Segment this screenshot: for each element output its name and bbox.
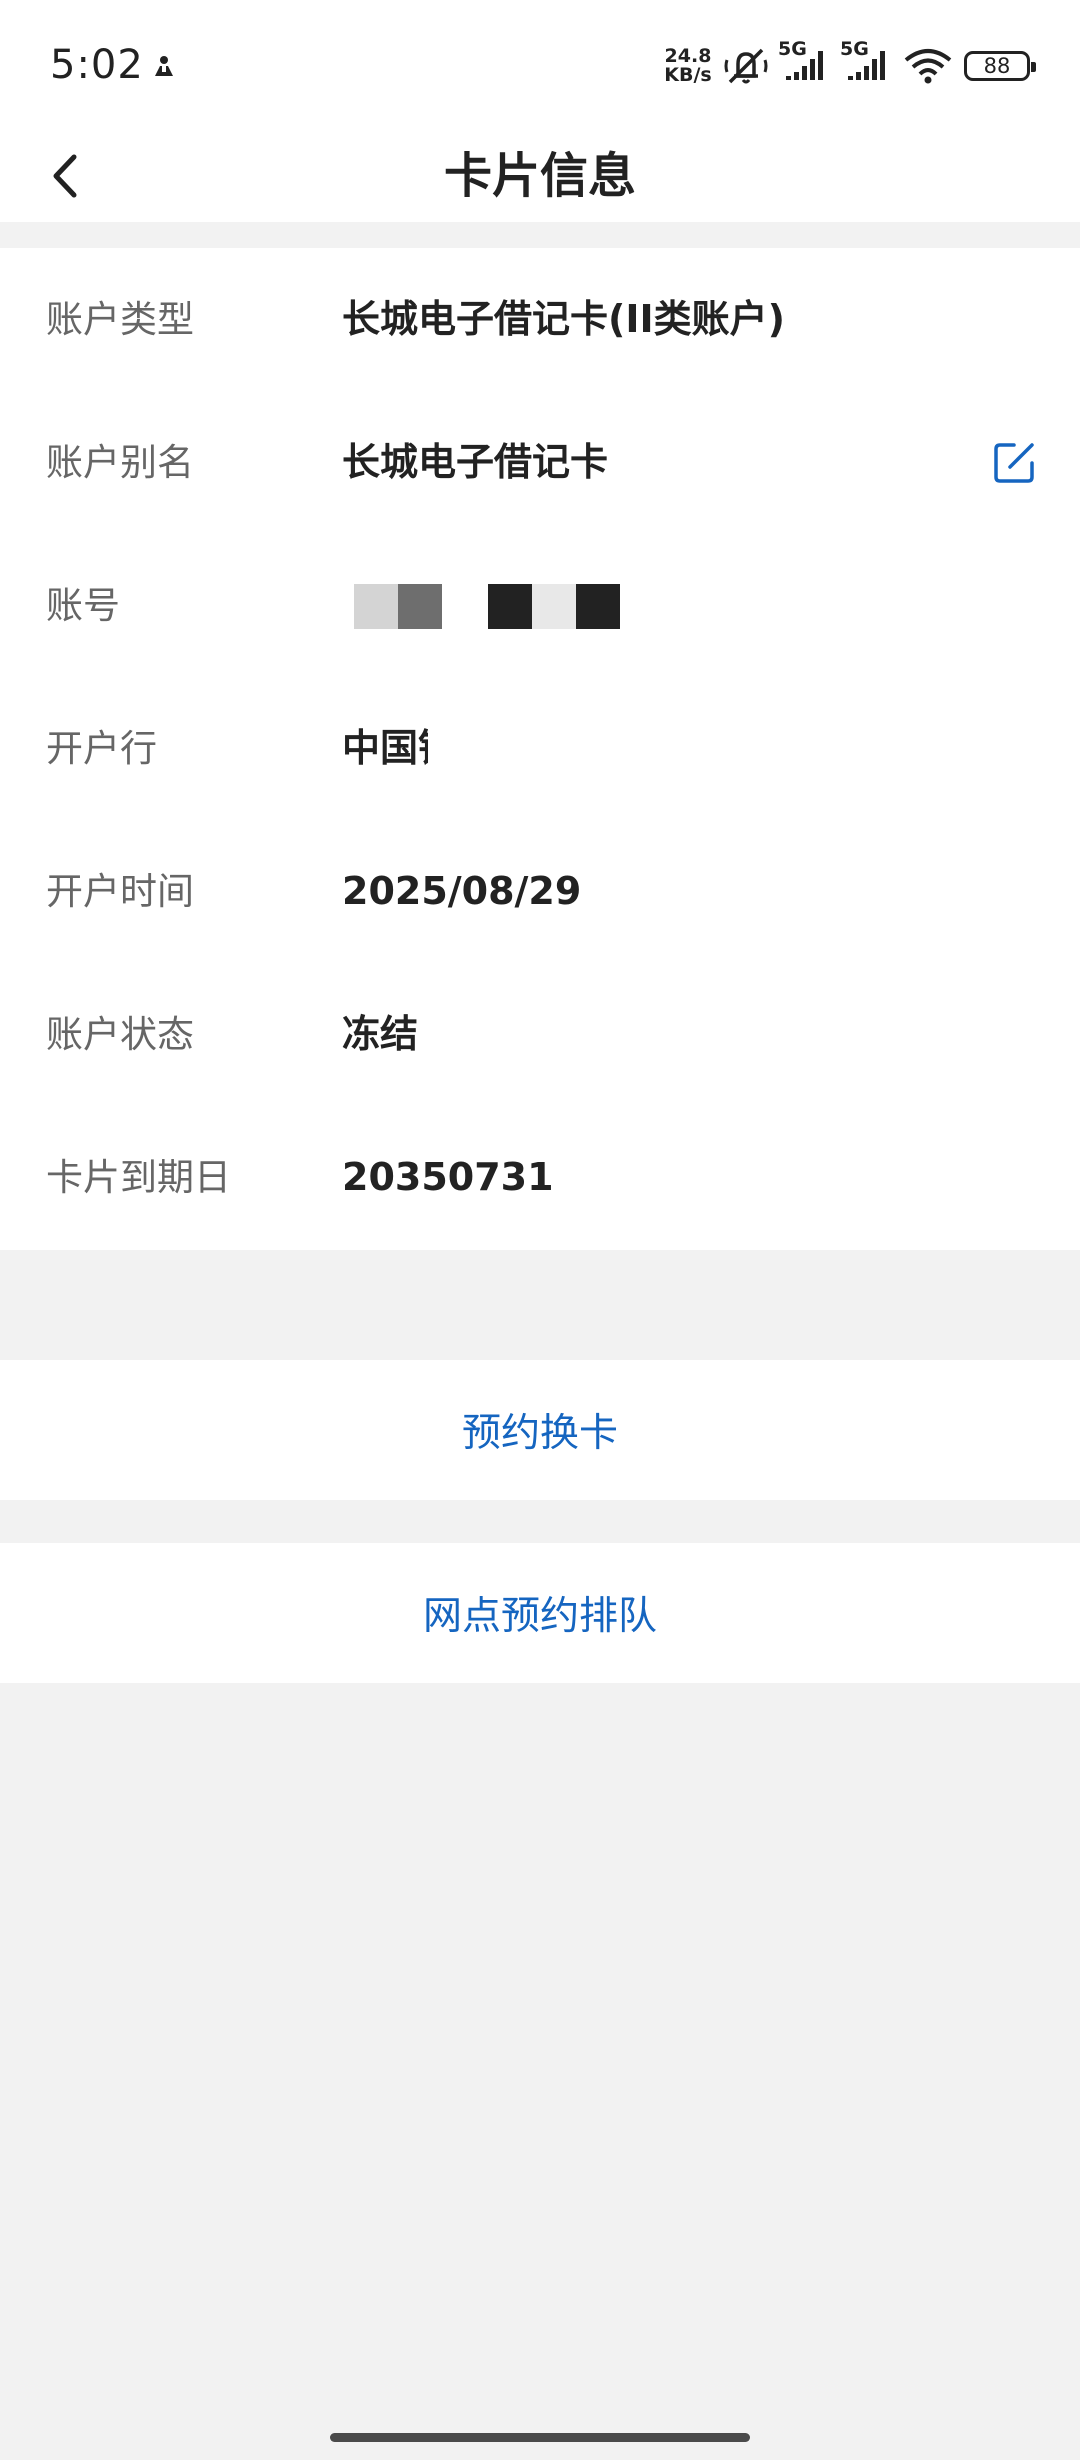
screen: 5:02 24.8 KB/s 5G 5G 88 卡片信息 账户类型 长城电子借记… xyxy=(0,0,1080,2460)
branch-queue-label: 网点预约排队 xyxy=(422,1594,657,1639)
branch-queue-button[interactable]: 网点预约排队 xyxy=(0,1543,1080,1683)
row-account-type: 账户类型 长城电子借记卡(II类账户) xyxy=(0,248,1080,391)
home-indicator[interactable] xyxy=(330,2433,750,2442)
row-label: 卡片到期日 xyxy=(46,1156,231,1199)
wifi-icon xyxy=(904,49,952,84)
edit-alias-button[interactable] xyxy=(992,441,1036,485)
net-speed-unit: KB/s xyxy=(664,64,712,86)
row-value: 中国银 xyxy=(342,726,428,770)
row-account-number: 账号 xyxy=(0,534,1080,677)
row-label: 开户行 xyxy=(46,727,157,770)
row-label: 开户时间 xyxy=(46,870,194,913)
row-opening-bank: 开户行 中国银 xyxy=(0,677,1080,820)
title-bar: 卡片信息 xyxy=(0,130,1080,222)
row-label: 账号 xyxy=(46,584,120,627)
row-account-status: 账户状态 冻结 xyxy=(0,963,1080,1106)
status-time: 5:02 xyxy=(50,42,144,88)
row-value: 2025/08/29 xyxy=(342,869,582,913)
status-bar: 5:02 24.8 KB/s 5G 5G 88 xyxy=(0,0,1080,130)
signal-1: 5G xyxy=(778,38,828,86)
row-value: 长城电子借记卡 xyxy=(342,440,609,484)
status-icons: 24.8 KB/s 5G 5G 88 xyxy=(662,38,1036,88)
battery-level: 88 xyxy=(983,54,1011,78)
row-value: 长城电子借记卡(II类账户) xyxy=(342,297,786,341)
row-value: 冻结 xyxy=(342,1012,419,1056)
row-card-expiry: 卡片到期日 20350731 xyxy=(0,1106,1080,1249)
signal-2: 5G xyxy=(840,38,890,86)
edit-icon xyxy=(994,443,1034,483)
net-speed: 24.8 KB/s xyxy=(662,47,714,85)
row-label: 账户类型 xyxy=(46,298,194,341)
mute-bell-icon xyxy=(724,48,768,84)
info-card: 账户类型 长城电子借记卡(II类账户) 账户别名 长城电子借记卡 账号 开户行 … xyxy=(0,248,1080,1250)
signal-1-label: 5G xyxy=(778,38,807,60)
row-label: 账户状态 xyxy=(46,1013,194,1056)
signal-2-label: 5G xyxy=(840,38,869,60)
row-value: 20350731 xyxy=(342,1155,554,1199)
row-opening-date: 开户时间 2025/08/29 xyxy=(0,820,1080,963)
row-account-alias: 账户别名 长城电子借记卡 xyxy=(0,391,1080,534)
reserve-card-label: 预约换卡 xyxy=(461,1411,618,1456)
person-icon xyxy=(155,56,173,76)
reserve-card-button[interactable]: 预约换卡 xyxy=(0,1360,1080,1500)
row-label: 账户别名 xyxy=(46,441,194,484)
page-title: 卡片信息 xyxy=(443,148,636,204)
battery-icon: 88 xyxy=(964,51,1036,81)
